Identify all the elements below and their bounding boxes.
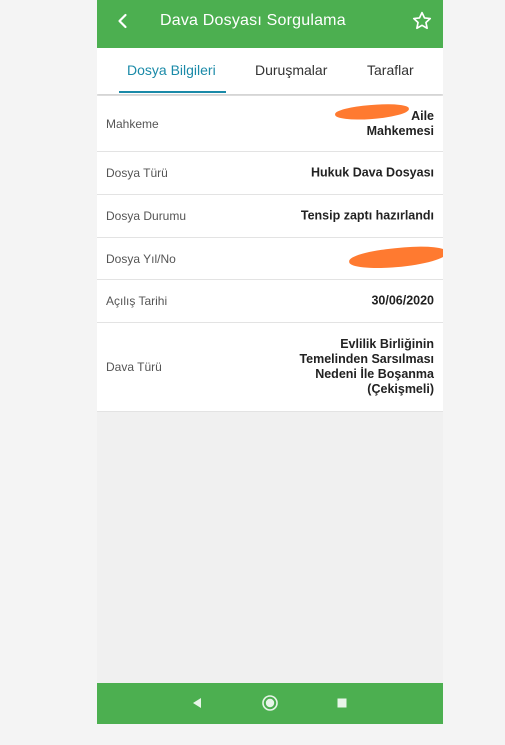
detail-row-dosya-yil-no: Dosya Yıl/No (97, 238, 443, 280)
tab-durusmalar[interactable]: Duruşmalar (255, 62, 327, 78)
detail-value: Tensip zaptı hazırlandı (300, 208, 434, 223)
tab-bar: Dosya Bilgileri Duruşmalar Taraflar (97, 48, 443, 94)
recents-square-icon[interactable] (332, 693, 352, 713)
tab-dosya-bilgileri[interactable]: Dosya Bilgileri (127, 62, 216, 78)
star-outline-icon[interactable] (411, 10, 433, 32)
redaction-mark (348, 243, 443, 272)
detail-value: Evlilik Birliğinin Temelinden Sarsılması… (299, 337, 434, 396)
active-tab-indicator (119, 91, 226, 93)
chevron-left-icon[interactable] (113, 11, 133, 31)
back-triangle-icon[interactable] (187, 693, 207, 713)
detail-row-dosya-durumu: Dosya Durumu Tensip zaptı hazırlandı (97, 195, 443, 238)
detail-value: 30/06/2020 (371, 293, 434, 308)
home-circle-icon[interactable] (260, 693, 280, 713)
detail-label: Dosya Türü (106, 166, 168, 180)
app-bar: Dava Dosyası Sorgulama (97, 0, 443, 48)
page-title: Dava Dosyası Sorgulama (160, 12, 346, 29)
detail-label: Dosya Durumu (106, 209, 187, 223)
detail-value: Hukuk Dava Dosyası (311, 165, 434, 180)
file-details-list: Mahkeme Aile Mahkemesi Dosya Türü Hukuk … (97, 96, 443, 412)
detail-row-dosya-turu: Dosya Türü Hukuk Dava Dosyası (97, 152, 443, 195)
detail-label: Dosya Yıl/No (106, 251, 176, 266)
system-navigation-bar (97, 683, 443, 724)
detail-label: Mahkeme (106, 116, 159, 131)
detail-row-acilis-tarihi: Açılış Tarihi 30/06/2020 (97, 280, 443, 323)
phone-screen: Dava Dosyası Sorgulama Dosya Bilgileri D… (97, 0, 443, 724)
detail-row-dava-turu: Dava Türü Evlilik Birliğinin Temelinden … (97, 323, 443, 412)
tab-taraflar[interactable]: Taraflar (367, 62, 414, 78)
detail-row-mahkeme: Mahkeme Aile Mahkemesi (97, 96, 443, 152)
detail-label: Dava Türü (106, 360, 162, 374)
detail-label: Açılış Tarihi (106, 294, 168, 308)
